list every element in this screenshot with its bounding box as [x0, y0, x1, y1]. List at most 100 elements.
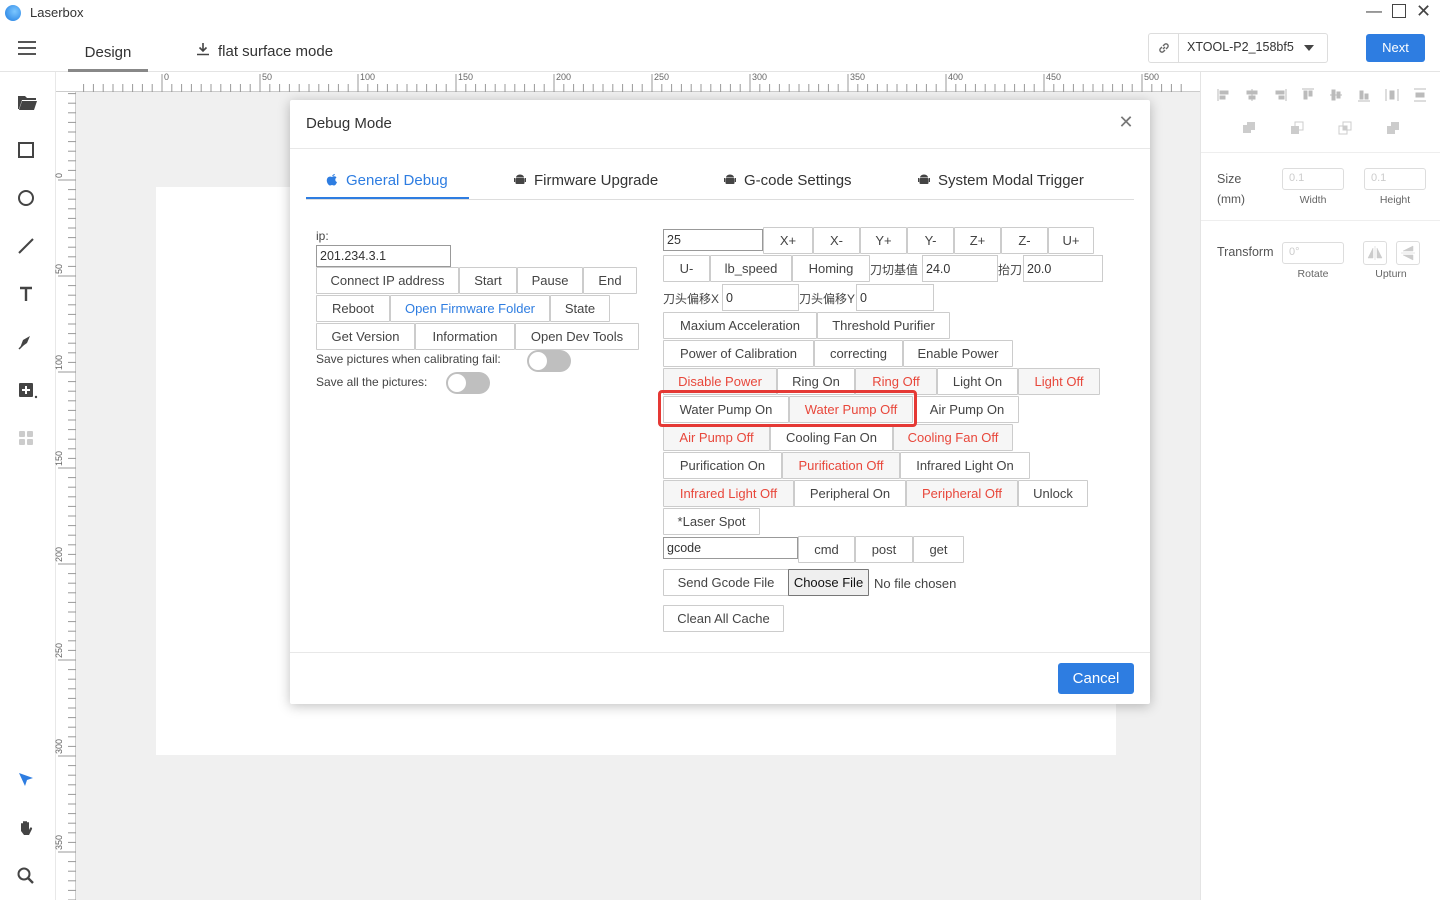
get-version-button[interactable]: Get Version	[316, 323, 415, 350]
infrared-light-off-button[interactable]: Infrared Light Off	[663, 480, 794, 507]
y-plus-button[interactable]: Y+	[860, 227, 907, 254]
post-button[interactable]: post	[855, 536, 913, 563]
x-plus-button[interactable]: X+	[763, 227, 813, 254]
state-button[interactable]: State	[550, 295, 610, 322]
tab-general-debug[interactable]: General Debug	[326, 172, 448, 198]
gcode-input[interactable]: gcode	[663, 537, 798, 559]
minimize-icon[interactable]: —	[1366, 3, 1382, 21]
lb-speed-button[interactable]: lb_speed	[710, 255, 792, 282]
end-button[interactable]: End	[583, 267, 637, 294]
maximize-icon[interactable]	[1392, 4, 1406, 18]
air-pump-off-button[interactable]: Air Pump Off	[663, 424, 770, 451]
hand-pan-icon[interactable]	[16, 818, 40, 842]
lift-input[interactable]: 20.0	[1023, 255, 1103, 282]
z-plus-button[interactable]: Z+	[954, 227, 1001, 254]
ip-input[interactable]: 201.234.3.1	[316, 245, 451, 267]
chevron-down-icon[interactable]	[1304, 45, 1314, 51]
circle-icon[interactable]	[16, 188, 40, 212]
align-center-v-icon[interactable]	[1329, 88, 1343, 102]
send-gcode-file-button[interactable]: Send Gcode File	[663, 569, 789, 596]
y-minus-button[interactable]: Y-	[907, 227, 954, 254]
unlock-button[interactable]: Unlock	[1018, 480, 1088, 507]
align-right-icon[interactable]	[1273, 88, 1287, 102]
properties-panel: Size (mm) 0.1 0.1 Width Height Transform…	[1200, 72, 1440, 900]
enable-power-button[interactable]: Enable Power	[903, 340, 1013, 367]
folder-icon[interactable]	[16, 92, 40, 116]
tab-flat-surface-mode[interactable]: flat surface mode	[196, 42, 333, 60]
tab-system-modal-trigger[interactable]: System Modal Trigger	[918, 172, 1084, 198]
menu-icon[interactable]	[18, 41, 36, 55]
align-bottom-icon[interactable]	[1357, 88, 1371, 102]
ungroup-icon[interactable]	[1290, 121, 1304, 138]
tab-design[interactable]: Design	[68, 26, 148, 72]
u-plus-button[interactable]: U+	[1048, 227, 1094, 254]
peripheral-off-button[interactable]: Peripheral Off	[906, 480, 1018, 507]
align-center-h-icon[interactable]	[1245, 88, 1259, 102]
knife-base-input[interactable]: 24.0	[922, 255, 998, 282]
connect-ip-button[interactable]: Connect IP address	[316, 267, 459, 294]
save-fail-toggle[interactable]	[527, 350, 571, 372]
offset-x-input[interactable]: 0	[722, 284, 799, 311]
get-button[interactable]: get	[913, 536, 964, 563]
reboot-button[interactable]: Reboot	[316, 295, 390, 322]
cursor-select-icon[interactable]	[16, 770, 40, 794]
start-button[interactable]: Start	[459, 267, 517, 294]
line-icon[interactable]	[16, 236, 40, 260]
close-icon[interactable]: ✕	[1116, 112, 1136, 132]
light-on-button[interactable]: Light On	[937, 368, 1018, 395]
offset-y-input[interactable]: 0	[856, 284, 934, 311]
z-minus-button[interactable]: Z-	[1001, 227, 1048, 254]
tab-gcode-settings[interactable]: G-code Settings	[724, 172, 852, 198]
threshold-purifier-button[interactable]: Threshold Purifier	[817, 312, 950, 339]
step-input[interactable]: 25	[663, 229, 763, 251]
height-input[interactable]: 0.1	[1364, 168, 1426, 190]
open-firmware-folder-button[interactable]: Open Firmware Folder	[390, 295, 550, 322]
distribute-h-icon[interactable]	[1385, 88, 1399, 102]
next-button[interactable]: Next	[1366, 34, 1425, 62]
infrared-light-on-button[interactable]: Infrared Light On	[900, 452, 1030, 479]
correcting-button[interactable]: correcting	[814, 340, 903, 367]
apps-icon[interactable]	[16, 428, 40, 452]
tab-firmware-upgrade[interactable]: Firmware Upgrade	[514, 172, 658, 198]
intersect-icon[interactable]	[1338, 121, 1352, 138]
flip-vertical-icon[interactable]	[1363, 241, 1387, 265]
pen-icon[interactable]	[16, 332, 40, 356]
cmd-button[interactable]: cmd	[798, 536, 855, 563]
purification-off-button[interactable]: Purification Off	[782, 452, 900, 479]
air-pump-on-button[interactable]: Air Pump On	[915, 396, 1019, 423]
cooling-fan-off-button[interactable]: Cooling Fan Off	[893, 424, 1013, 451]
text-icon[interactable]	[16, 284, 40, 308]
flip-horizontal-icon[interactable]	[1396, 241, 1420, 265]
android-icon	[918, 173, 930, 185]
link-icon[interactable]	[1149, 34, 1179, 62]
clean-all-cache-button[interactable]: Clean All Cache	[663, 605, 784, 632]
align-top-icon[interactable]	[1301, 88, 1315, 102]
choose-file-button[interactable]: Choose File	[788, 569, 869, 596]
save-all-toggle[interactable]	[446, 372, 490, 394]
add-element-icon[interactable]	[16, 380, 40, 404]
x-minus-button[interactable]: X-	[813, 227, 860, 254]
rectangle-icon[interactable]	[16, 140, 40, 164]
light-off-button[interactable]: Light Off	[1018, 368, 1100, 395]
cancel-button[interactable]: Cancel	[1058, 663, 1134, 694]
peripheral-on-button[interactable]: Peripheral On	[794, 480, 906, 507]
width-input[interactable]: 0.1	[1282, 168, 1344, 190]
laser-spot-button[interactable]: *Laser Spot	[663, 508, 760, 535]
pause-button[interactable]: Pause	[517, 267, 583, 294]
combine-icon[interactable]	[1386, 121, 1400, 138]
cooling-fan-on-button[interactable]: Cooling Fan On	[770, 424, 893, 451]
purification-on-button[interactable]: Purification On	[663, 452, 782, 479]
close-window-icon[interactable]: ✕	[1416, 2, 1431, 20]
open-dev-tools-button[interactable]: Open Dev Tools	[515, 323, 639, 350]
max-acceleration-button[interactable]: Maxium Acceleration	[663, 312, 817, 339]
distribute-v-icon[interactable]	[1413, 88, 1427, 102]
zoom-icon[interactable]	[16, 866, 40, 890]
rotate-input[interactable]: 0°	[1282, 242, 1344, 264]
u-minus-button[interactable]: U-	[663, 255, 710, 282]
homing-button[interactable]: Homing	[792, 255, 870, 282]
device-selector[interactable]: XTOOL-P2_158bf5	[1148, 33, 1328, 63]
power-calibration-button[interactable]: Power of Calibration	[663, 340, 814, 367]
group-icon[interactable]	[1242, 121, 1256, 138]
align-left-icon[interactable]	[1217, 88, 1231, 102]
information-button[interactable]: Information	[415, 323, 515, 350]
